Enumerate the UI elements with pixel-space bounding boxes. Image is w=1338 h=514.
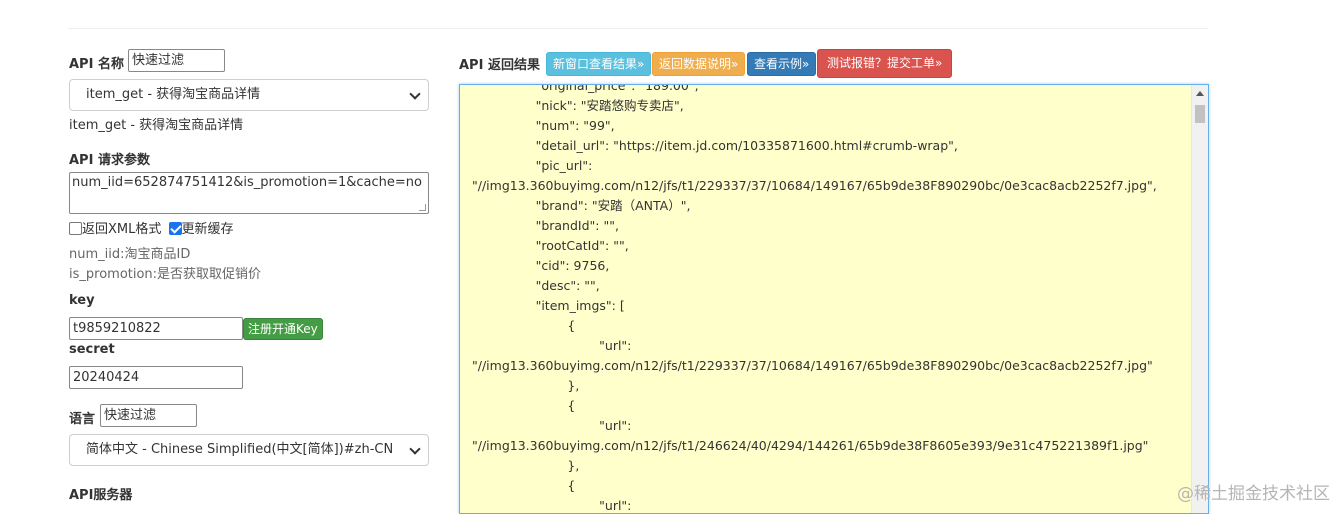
param-help-num-iid: num_iid:淘宝商品ID <box>69 247 191 262</box>
result-line: "rootCatId": "", <box>472 238 629 253</box>
register-key-button[interactable]: 注册开通Key <box>243 318 323 340</box>
result-line: "pic_url": <box>472 158 593 173</box>
params-textarea[interactable]: num_iid=652874751412&is_promotion=1&cach… <box>69 172 429 214</box>
result-line: "brand": "安踏（ANTA）", <box>472 198 691 213</box>
top-divider <box>68 28 1208 29</box>
language-select[interactable]: 简体中文 - Chinese Simplified(中文[简体])#zh-CN <box>69 434 429 466</box>
result-line: }, <box>472 458 580 473</box>
result-line: { <box>472 318 576 333</box>
language-select-value: 简体中文 - Chinese Simplified(中文[简体])#zh-CN <box>86 442 394 457</box>
secret-input[interactable]: 20240424 <box>69 366 243 389</box>
result-line: "brandId": "", <box>472 218 619 233</box>
params-label: API 请求参数 <box>69 153 150 168</box>
report-error-button[interactable]: 测试报错？提交工单» <box>817 49 953 78</box>
update-cache-checkbox[interactable] <box>168 222 182 235</box>
result-line: { <box>472 478 576 493</box>
vertical-scrollbar[interactable] <box>1191 85 1208 513</box>
result-line: "//img13.360buyimg.com/n12/jfs/t1/246624… <box>472 438 1149 453</box>
scroll-thumb[interactable] <box>1195 105 1205 123</box>
resize-handle-icon[interactable] <box>419 204 426 211</box>
api-description: item_get - 获得淘宝商品详情 <box>69 118 244 133</box>
result-line: "nick": "安踏悠购专卖店", <box>472 98 684 113</box>
result-line: }, <box>472 378 580 393</box>
result-line: { <box>472 398 576 413</box>
result-line: "original_price": "189.00", <box>472 84 699 93</box>
api-select[interactable]: item_get - 获得淘宝商品详情 <box>69 79 429 111</box>
result-line: "cid": 9756, <box>472 258 610 273</box>
result-line: "url": <box>472 418 632 433</box>
api-select-value: item_get - 获得淘宝商品详情 <box>86 87 261 102</box>
key-input[interactable]: t9859210822 <box>69 317 243 340</box>
key-label: key <box>69 293 95 308</box>
result-textarea[interactable]: "original_price": "189.00", "nick": "安踏悠… <box>459 84 1209 514</box>
param-help-is-promotion: is_promotion:是否获取取促销价 <box>69 267 262 282</box>
new-window-button[interactable]: 新窗口查看结果» <box>546 52 652 76</box>
update-cache-label: 更新缓存 <box>181 222 234 237</box>
result-line: "item_imgs": [ <box>472 298 625 313</box>
chevron-down-icon <box>409 88 421 100</box>
chevron-down-icon <box>409 443 421 455</box>
scroll-up-arrow-icon[interactable] <box>1196 91 1204 96</box>
params-value: num_iid=652874751412&is_promotion=1&cach… <box>72 175 422 190</box>
secret-label: secret <box>69 342 115 357</box>
result-line: "url": <box>472 498 632 513</box>
view-example-button[interactable]: 查看示例» <box>747 52 817 76</box>
return-xml-label: 返回XML格式 <box>82 222 162 237</box>
options-row: 返回XML格式 更新缓存 <box>69 218 234 237</box>
result-line: "//img13.360buyimg.com/n12/jfs/t1/229337… <box>472 178 1157 193</box>
api-name-filter-input[interactable]: 快速过滤 <box>128 49 225 72</box>
watermark: @稀土掘金技术社区 <box>1177 484 1330 504</box>
data-description-button[interactable]: 返回数据说明» <box>652 52 746 76</box>
result-line: "num": "99", <box>472 118 615 133</box>
language-label: 语言 <box>69 412 96 427</box>
result-content: "original_price": "189.00", "nick": "安踏悠… <box>472 84 1192 513</box>
result-line: "url": <box>472 338 632 353</box>
result-line: "detail_url": "https://item.jd.com/10335… <box>472 138 958 153</box>
server-label: API服务器 <box>69 488 133 503</box>
return-xml-checkbox[interactable] <box>69 222 82 235</box>
result-line: "desc": "", <box>472 278 600 293</box>
api-name-label: API 名称 <box>69 57 124 72</box>
result-label: API 返回结果 <box>459 58 540 73</box>
result-line: "//img13.360buyimg.com/n12/jfs/t1/229337… <box>472 358 1153 373</box>
language-filter-input[interactable]: 快速过滤 <box>100 404 197 427</box>
